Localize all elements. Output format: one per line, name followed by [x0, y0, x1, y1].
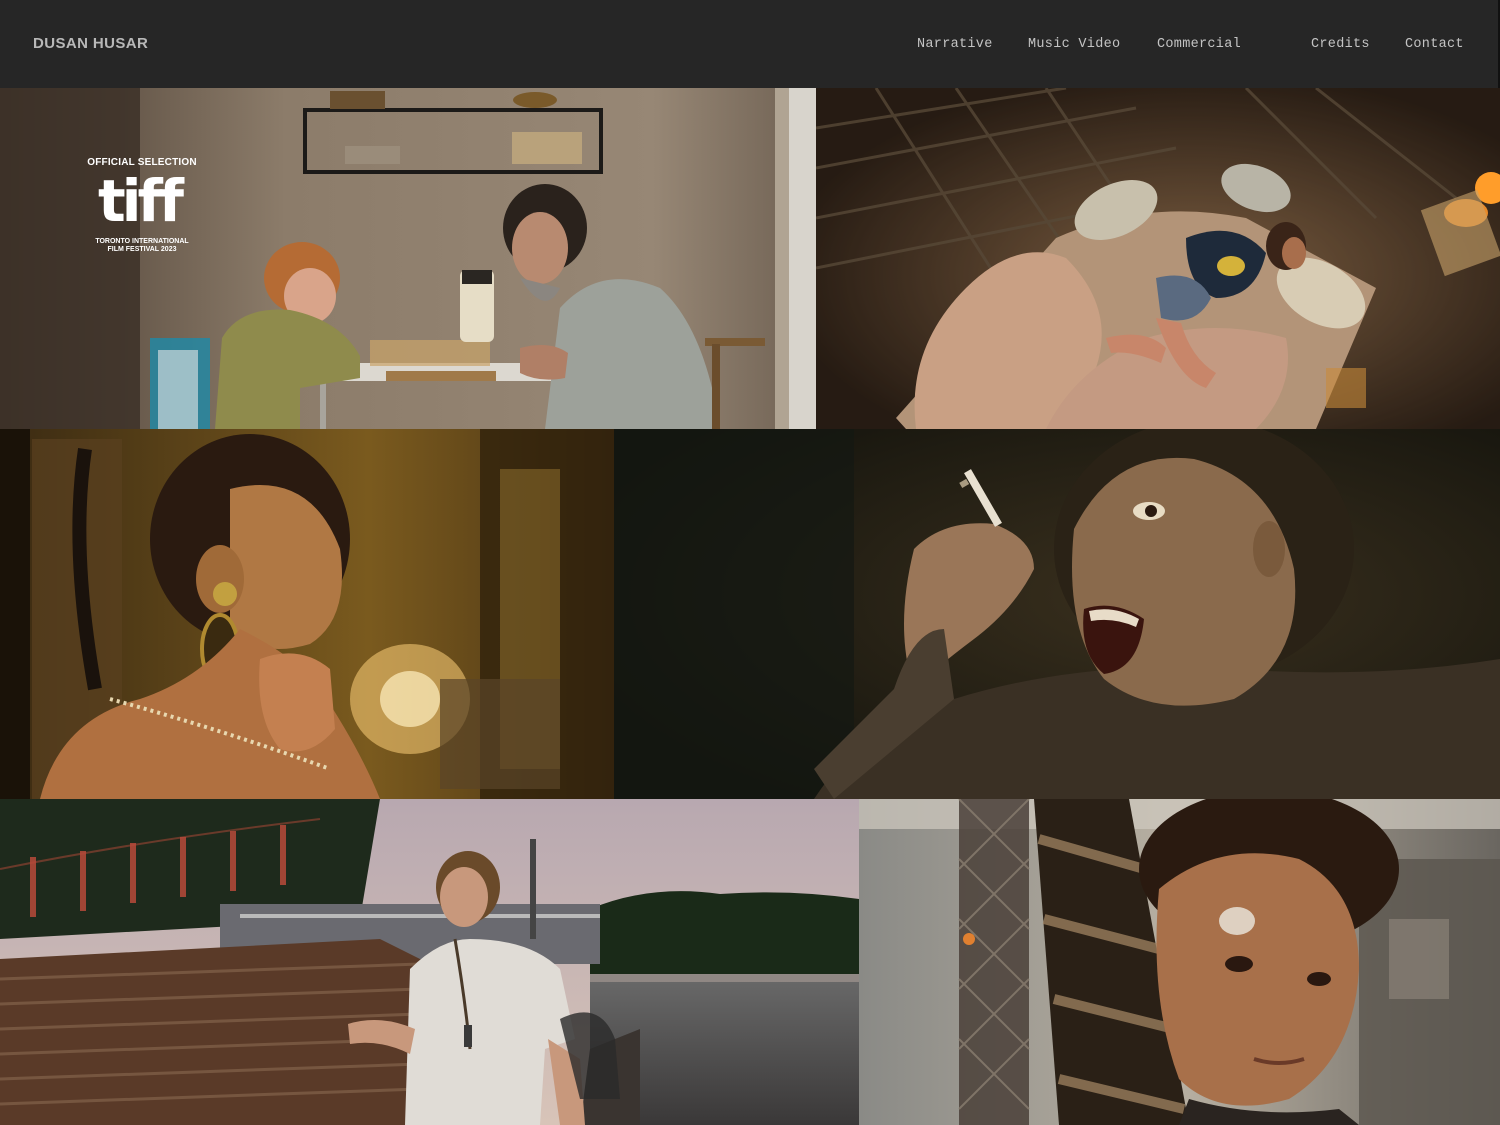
project-tile-3[interactable]	[0, 429, 614, 799]
project-tile-5[interactable]	[0, 799, 859, 1125]
tiff-official-selection-badge: OFFICIAL SELECTION tiff TORONTO INTERNAT…	[86, 157, 198, 254]
brand-logo-link[interactable]: DUSAN HUSAR	[33, 35, 148, 52]
nav-commercial[interactable]: Commercial	[1157, 37, 1241, 52]
nav-credits[interactable]: Credits	[1311, 37, 1370, 52]
still-overhead-bed	[816, 88, 1500, 429]
nav-narrative[interactable]: Narrative	[917, 37, 993, 52]
badge-festival-name: TORONTO INTERNATIONAL FILM FESTIVAL 2023	[95, 238, 189, 253]
tiff-logo: tiff	[97, 167, 184, 235]
still-kitchen-chess	[0, 88, 816, 429]
site-header: DUSAN HUSAR Narrative Music Video Commer…	[0, 0, 1500, 88]
project-tile-2[interactable]	[816, 88, 1500, 429]
still-woman-earring	[0, 429, 614, 799]
still-man-cigarette	[614, 429, 1500, 799]
still-boy-river-boat	[0, 799, 859, 1125]
project-tile-4[interactable]	[614, 429, 1500, 799]
nav-contact[interactable]: Contact	[1405, 37, 1464, 52]
project-tile-1[interactable]	[0, 88, 816, 429]
still-child-fence	[859, 799, 1500, 1125]
project-tile-6[interactable]	[859, 799, 1500, 1125]
nav-music-video[interactable]: Music Video	[1028, 37, 1120, 52]
